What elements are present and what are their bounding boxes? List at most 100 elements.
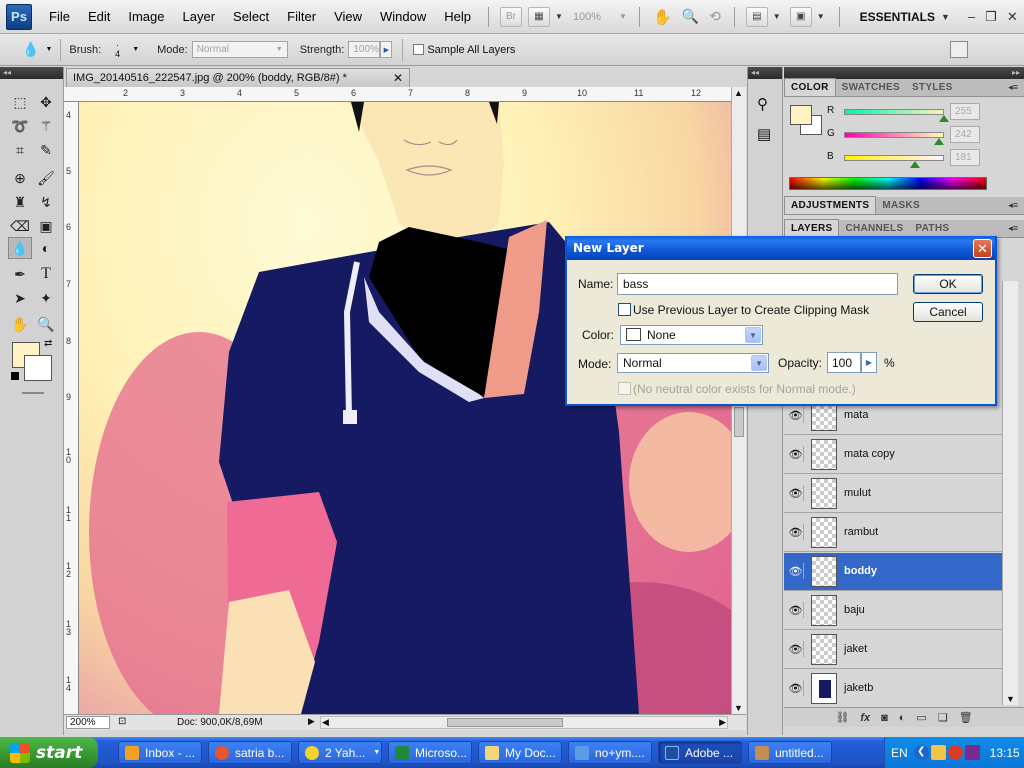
color-spectrum-bar[interactable] (789, 177, 987, 190)
tray-expand-icon[interactable]: ❮ (913, 745, 929, 760)
zoom-tool-icon[interactable]: 🔍 (682, 8, 699, 25)
layer-row-selected[interactable]: 👁 boddy (784, 553, 1002, 591)
layer-row[interactable]: 👁 baju (784, 592, 1002, 630)
zoom-level-field[interactable]: 200% (66, 716, 110, 729)
chevron-down-icon[interactable]: ▼ (773, 12, 781, 21)
color-foreground-swatch[interactable] (790, 105, 812, 125)
eye-icon[interactable]: 👁 (788, 407, 804, 423)
eye-icon[interactable]: 👁 (788, 563, 804, 579)
start-button[interactable]: start (0, 737, 98, 768)
hand-tool-icon[interactable]: ✋ (653, 8, 672, 26)
eye-icon[interactable]: 👁 (788, 602, 804, 618)
dodge-tool-icon[interactable]: ◐ (34, 237, 58, 259)
chevron-down-icon[interactable]: ▼ (555, 12, 563, 21)
cancel-button[interactable]: Cancel (913, 302, 983, 322)
workspace-switcher[interactable]: ESSENTIALS (860, 10, 935, 24)
panel-menu-icon[interactable]: ◂≡ (1008, 200, 1018, 211)
blue-value-field[interactable]: 181 (950, 149, 980, 166)
blue-slider[interactable]: B 181 (788, 149, 1018, 169)
taskbar-item[interactable]: no+ym.... (568, 741, 652, 764)
layer-name-input[interactable]: bass (617, 273, 898, 295)
opera-tray-icon[interactable] (947, 745, 963, 760)
document-tab[interactable]: IMG_20140516_222547.jpg @ 200% (boddy, R… (66, 68, 410, 87)
move-tool-icon[interactable]: ✥ (34, 91, 58, 113)
ruler-vertical[interactable]: 4 5 6 7 8 9 1 0 1 1 1 2 1 3 1 4 (64, 102, 79, 714)
eye-icon[interactable]: 👁 (788, 680, 804, 696)
brush-tool-icon[interactable]: 🖌 (34, 167, 58, 189)
neutral-color-checkbox[interactable] (618, 382, 631, 395)
tab-layers[interactable]: LAYERS (784, 219, 840, 237)
scroll-up-icon[interactable]: ▲ (734, 88, 743, 98)
clipping-mask-checkbox[interactable] (618, 303, 631, 316)
scroll-left-icon[interactable]: ◀ (322, 717, 329, 728)
green-slider-handle[interactable] (934, 138, 944, 145)
bridge-button[interactable]: Br (500, 6, 523, 27)
strength-slider-arrow-icon[interactable]: ▶ (380, 41, 393, 58)
language-indicator[interactable]: EN (891, 746, 908, 760)
dialog-title[interactable]: New Layer (567, 236, 995, 260)
gradient-tool-icon[interactable]: ▣ (34, 215, 58, 237)
zoom-tool-icon[interactable]: 🔍 (34, 313, 58, 335)
taskbar-item[interactable]: untitled... (748, 741, 832, 764)
shape-tool-icon[interactable]: ✦ (34, 287, 58, 309)
red-slider[interactable]: R 255 (788, 103, 1018, 123)
tab-color[interactable]: COLOR (784, 78, 836, 96)
tab-styles[interactable]: STYLES (906, 79, 959, 96)
quick-mask-icon[interactable] (22, 392, 44, 394)
taskbar-item[interactable]: Inbox - ... (118, 741, 202, 764)
opacity-input[interactable]: 100 (827, 352, 861, 373)
tools-panel-header[interactable]: ◂◂ (0, 67, 63, 79)
menu-window[interactable]: Window (371, 9, 435, 24)
red-slider-handle[interactable] (939, 115, 949, 122)
onenote-tray-icon[interactable] (964, 745, 980, 760)
canvas-horizontal-scrollbar[interactable]: ◀ ▶ (320, 716, 728, 729)
eyedropper-tool-icon[interactable]: ✎ (34, 139, 58, 161)
tab-paths[interactable]: PATHS (909, 220, 955, 237)
strength-field[interactable]: 100% (348, 41, 381, 58)
minimize-icon[interactable]: – (968, 9, 975, 24)
new-layer-icon[interactable]: ❏ (938, 711, 948, 724)
taskbar-item[interactable]: satria b... (208, 741, 292, 764)
close-icon[interactable]: ✕ (1007, 9, 1018, 25)
chevron-down-icon[interactable]: ▼ (941, 12, 950, 22)
taskbar-item-active[interactable]: Adobe ... (658, 741, 742, 764)
opacity-slider-arrow-icon[interactable]: ▶ (861, 352, 877, 373)
blue-slider-handle[interactable] (910, 161, 920, 168)
pen-tool-icon[interactable]: ✒ (8, 263, 32, 285)
actions-panel-icon[interactable]: ▤ (757, 125, 771, 143)
chevron-down-icon[interactable]: ▼ (45, 46, 52, 53)
restore-icon[interactable]: ❐ (985, 9, 997, 25)
red-value-field[interactable]: 255 (950, 103, 980, 120)
sample-all-layers-checkbox[interactable] (413, 44, 425, 55)
tab-masks[interactable]: MASKS (876, 197, 926, 214)
brush-picker[interactable]: · 4 (115, 40, 120, 59)
red-slider-track[interactable] (844, 109, 944, 115)
layer-row[interactable]: 👁 jaket (784, 631, 1002, 669)
layer-row[interactable]: 👁 rambut (784, 514, 1002, 552)
menu-help[interactable]: Help (435, 9, 480, 24)
fx-icon[interactable]: fx (860, 712, 870, 724)
arrange-documents-icon[interactable]: ▤ (745, 6, 768, 27)
screen-mode-icon[interactable]: ▣ (789, 6, 812, 27)
trash-icon[interactable]: 🗑 (959, 711, 973, 724)
history-brush-tool-icon[interactable]: ↯ (34, 191, 58, 213)
layers-scrollbar[interactable]: ▼ (1002, 281, 1018, 705)
tab-swatches[interactable]: SWATCHES (836, 79, 906, 96)
marquee-tool-icon[interactable]: ⬚ (8, 91, 32, 113)
blur-tool-icon[interactable]: 💧 (8, 237, 32, 259)
green-slider[interactable]: G 242 (788, 126, 1018, 146)
menu-filter[interactable]: Filter (278, 9, 325, 24)
link-layers-icon[interactable]: ⛓ (835, 711, 849, 724)
tab-adjustments[interactable]: ADJUSTMENTS (784, 196, 877, 214)
background-color-swatch[interactable] (24, 355, 52, 381)
taskbar-item[interactable]: 2 Yah... ▼ (298, 741, 382, 764)
close-icon[interactable]: ✕ (973, 239, 992, 258)
tab-channels[interactable]: CHANNELS (839, 220, 909, 237)
mode-select[interactable]: Normal ▼ (191, 41, 288, 58)
menu-layer[interactable]: Layer (174, 9, 225, 24)
green-slider-track[interactable] (844, 132, 944, 138)
menu-select[interactable]: Select (224, 9, 278, 24)
brush-panel-toggle-icon[interactable] (950, 41, 968, 58)
panel-menu-icon[interactable]: ◂≡ (1008, 223, 1018, 234)
menu-file[interactable]: File (40, 9, 79, 24)
